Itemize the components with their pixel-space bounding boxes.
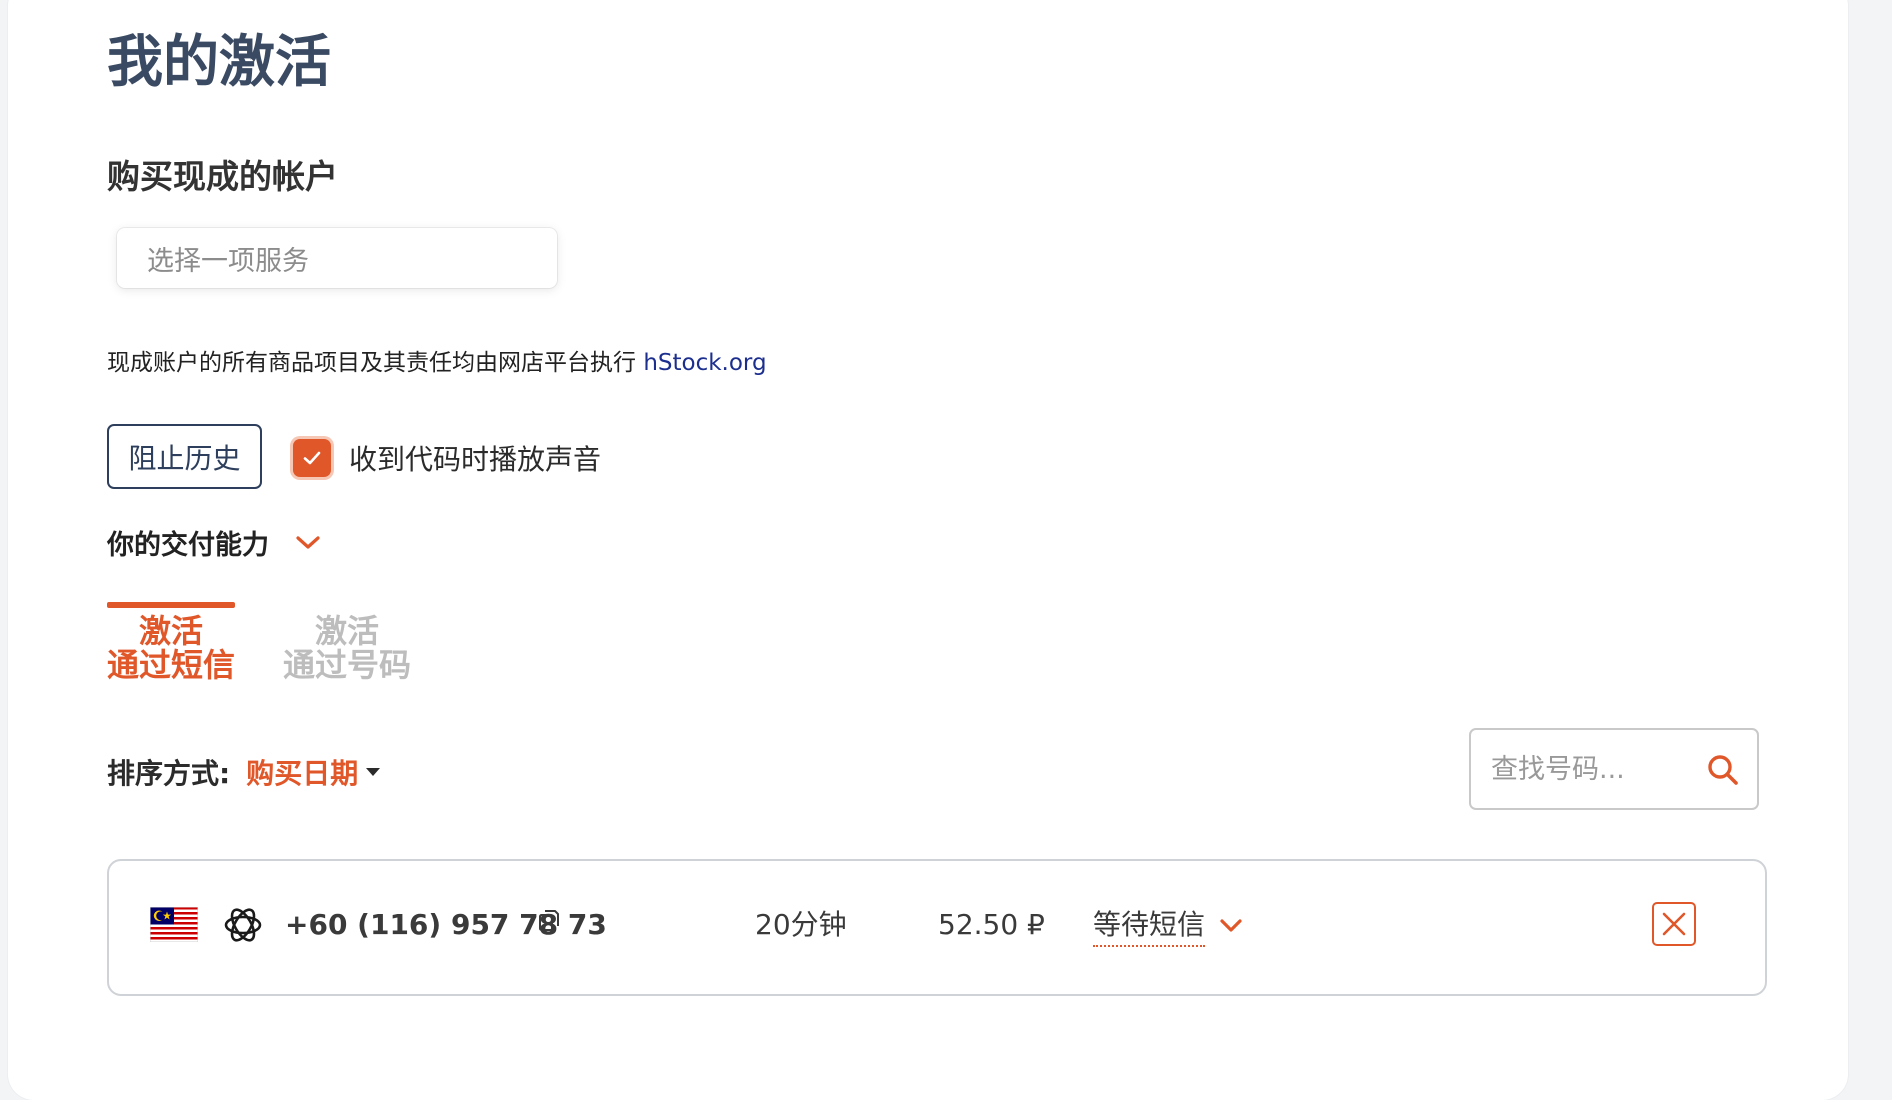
tab-label-line2: 通过号码 <box>283 646 412 684</box>
delivery-capacity-toggle[interactable]: 你的交付能力 <box>107 523 321 562</box>
tab-label-line2: 通过短信 <box>107 646 236 684</box>
chevron-down-icon <box>296 535 320 549</box>
chevron-down-icon <box>1220 919 1242 932</box>
sound-toggle[interactable]: 收到代码时播放声音 <box>293 438 601 478</box>
page-title: 我的激活 <box>107 30 331 95</box>
activation-row: +60 (116) 957 78 73 20分钟 52.50 ₽ 等待短信 <box>107 859 1767 996</box>
sound-label: 收到代码时播放声音 <box>349 443 602 476</box>
activation-status-dropdown[interactable]: 等待短信 <box>1093 905 1243 947</box>
service-select-placeholder: 选择一项服务 <box>147 245 309 277</box>
block-history-button[interactable]: 阻止历史 <box>107 424 262 489</box>
cancel-activation-button[interactable] <box>1652 902 1696 946</box>
number-search <box>1469 728 1759 810</box>
malaysia-flag-icon <box>150 907 198 942</box>
tab-label-line1: 激活 <box>138 612 203 650</box>
sound-checkbox[interactable] <box>293 439 331 477</box>
tab-active-indicator <box>107 602 235 608</box>
hstock-link[interactable]: hStock.org <box>643 350 766 376</box>
ready-accounts-heading: 购买现成的帐户 <box>107 157 338 196</box>
tab-activation-sms[interactable]: 激活 通过短信 <box>107 602 235 682</box>
close-icon <box>1662 912 1686 936</box>
main-card: 我的激活 购买现成的帐户 选择一项服务 现成账户的所有商品项目及其责任均由网店平… <box>8 0 1848 1100</box>
sort-dropdown[interactable]: 购买日期 <box>246 752 381 792</box>
ready-accounts-notice: 现成账户的所有商品项目及其责任均由网店平台执行 hStock.org <box>107 347 767 379</box>
notice-text: 现成账户的所有商品项目及其责任均由网店平台执行 <box>107 350 636 376</box>
service-select[interactable]: 选择一项服务 <box>117 228 557 288</box>
openai-icon <box>224 908 262 942</box>
status-text: 等待短信 <box>1093 905 1206 947</box>
caret-down-icon <box>366 768 381 776</box>
sort-control: 排序方式: 购买日期 <box>107 752 381 792</box>
search-input[interactable] <box>1489 752 1693 786</box>
capacity-label: 你的交付能力 <box>107 530 269 561</box>
sort-value: 购买日期 <box>246 757 359 790</box>
check-icon <box>303 451 321 465</box>
sort-label: 排序方式: <box>107 757 231 790</box>
activation-duration: 20分钟 <box>755 908 847 941</box>
tab-activation-number[interactable]: 激活 通过号码 <box>283 602 411 682</box>
copy-icon[interactable] <box>538 909 560 935</box>
tab-label-line1: 激活 <box>314 612 379 650</box>
search-icon[interactable] <box>1705 752 1741 788</box>
activation-price: 52.50 ₽ <box>938 908 1045 941</box>
